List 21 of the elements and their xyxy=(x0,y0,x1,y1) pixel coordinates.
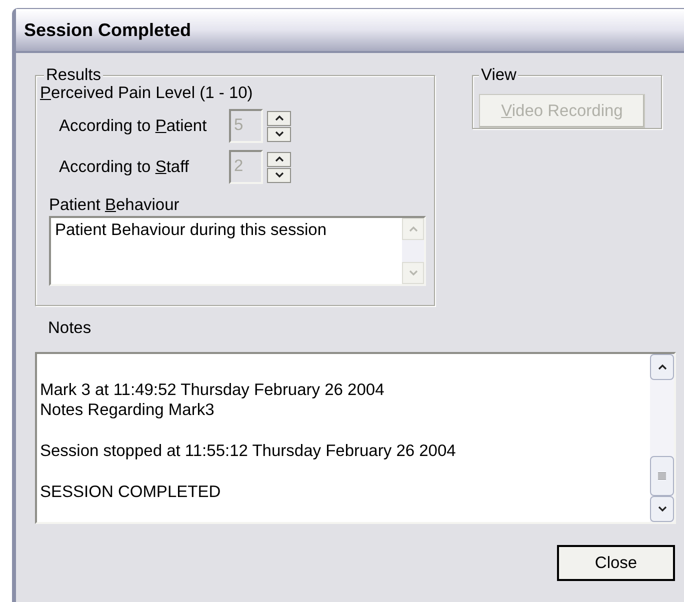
grip-icon xyxy=(658,472,666,480)
notes-line: SESSION COMPLETED xyxy=(40,482,221,502)
behaviour-label: Patient Behaviour xyxy=(48,196,180,214)
pain-level-label: Perceived Pain Level (1 - 10) xyxy=(40,84,253,102)
spin-down-button[interactable] xyxy=(267,168,291,182)
spin-up-button[interactable] xyxy=(267,152,291,166)
scroll-up-button[interactable] xyxy=(650,354,674,380)
scroll-thumb[interactable] xyxy=(650,456,674,496)
behaviour-text: Patient Behaviour during this session xyxy=(54,220,328,241)
notes-label: Notes xyxy=(48,318,92,338)
spinner-label: According to Staff xyxy=(58,158,190,176)
notes-line: Notes Regarding Mark3 xyxy=(40,400,214,420)
spin-down-button[interactable] xyxy=(267,126,291,142)
scroll-down-button[interactable] xyxy=(650,496,674,522)
notes-line: Session stopped at 11:55:12 Thursday February 26 2004 xyxy=(40,441,456,461)
window-title: Session Completed xyxy=(16,9,684,53)
spin-up-button[interactable] xyxy=(267,110,291,126)
notes-line: Mark 3 at 11:49:52 Thursday February 26 2004 xyxy=(40,380,384,400)
notes-text-area[interactable]: Mark 3 at 11:49:52 Thursday February 26 2004 Notes Regarding Mark3 Session stopped at 11:55:12 Thursday February 26 2004 SESSION COMPLETED xyxy=(35,352,676,524)
spinner-label: According to Patient xyxy=(58,117,208,135)
close-button[interactable]: Close xyxy=(557,545,675,581)
